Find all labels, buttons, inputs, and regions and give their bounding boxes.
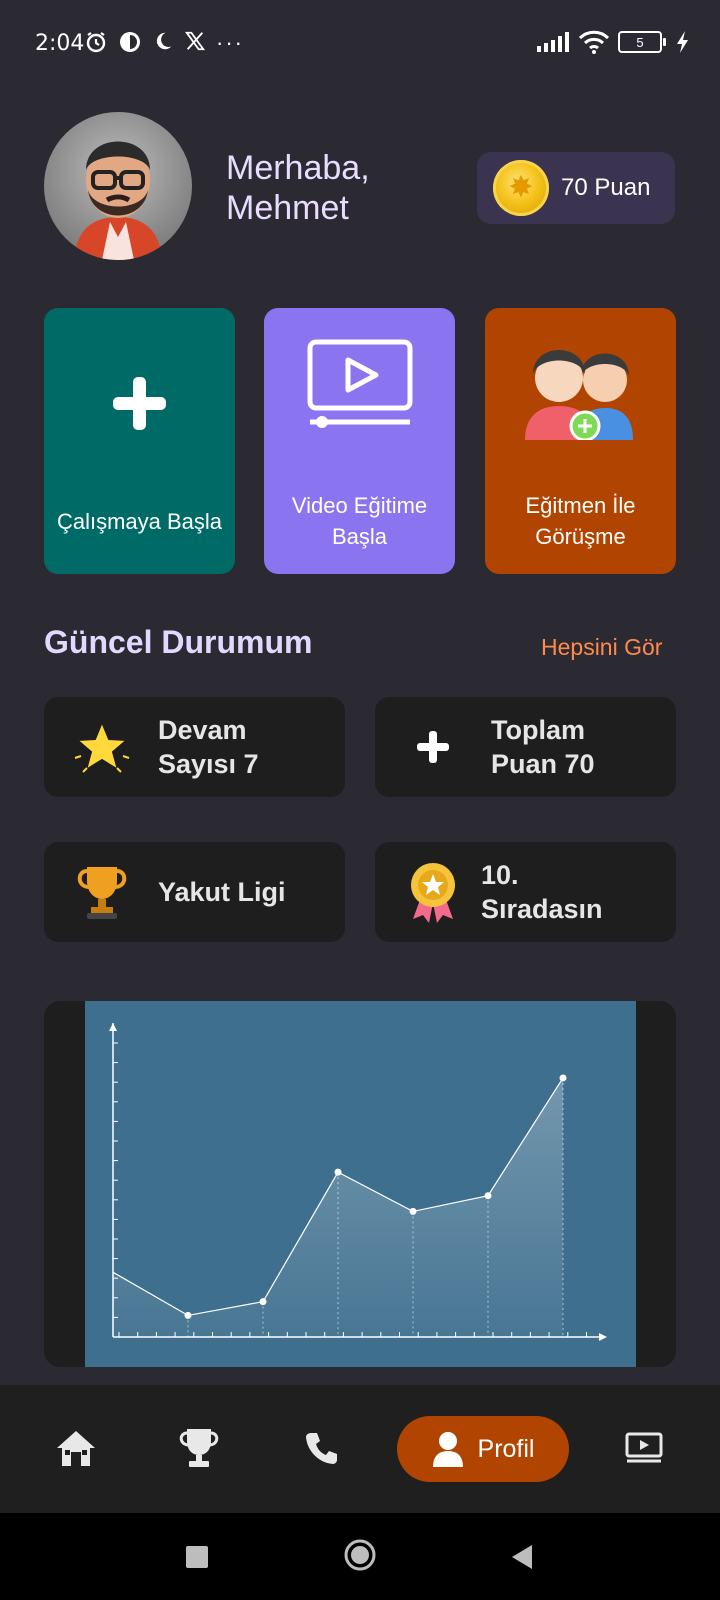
moon-icon: [156, 32, 172, 50]
avatar[interactable]: [44, 112, 192, 260]
home-button[interactable]: [344, 1539, 376, 1571]
plus-icon: [403, 717, 463, 777]
nav-profile[interactable]: Profil: [397, 1416, 569, 1482]
user-name: Mehmet: [226, 189, 349, 227]
status-bar: 2:04 ··· 5: [0, 0, 720, 90]
status-time: 2:04: [35, 31, 85, 56]
home-icon: [57, 1431, 95, 1466]
y-axis-arrow: [109, 1023, 117, 1031]
instructor-meeting-label-line1: Eğitmen İle: [525, 493, 636, 518]
charging-icon: [677, 31, 688, 53]
alarm-icon: [86, 32, 106, 53]
points-badge[interactable]: 70 Puan: [477, 152, 675, 224]
wifi-icon: [578, 30, 610, 54]
signal-icon: [537, 32, 569, 52]
video-training-card[interactable]: Video Eğitime Başla: [264, 308, 455, 574]
instructor-meeting-label: Eğitmen İle Görüşme: [485, 490, 676, 552]
total-points-line2: Puan 70: [491, 749, 595, 779]
chart-point: [484, 1192, 492, 1200]
rank-stat[interactable]: 10. Sıradasın: [375, 842, 676, 942]
league-stat[interactable]: Yakut Ligi: [44, 842, 345, 942]
video-icon: [625, 1432, 663, 1463]
streak-line2: Sayısı 7: [158, 749, 259, 779]
x-axis-arrow: [599, 1333, 607, 1341]
medal-icon: [403, 862, 463, 923]
see-all-link[interactable]: Hepsini Gör: [541, 634, 662, 661]
instructor-meeting-label-line2: Görüşme: [535, 524, 626, 549]
system-nav-bar: [0, 1513, 720, 1600]
bottom-nav: [0, 1385, 720, 1513]
more-notifications-icon: ···: [216, 30, 244, 55]
trophy-icon: [179, 1429, 219, 1467]
video-training-label: Video Eğitime Başla: [264, 490, 455, 552]
total-points-line1: Toplam: [491, 715, 585, 745]
recent-apps-button[interactable]: [186, 1546, 208, 1568]
chart-point: [409, 1207, 417, 1215]
greeting-text: Merhaba,: [226, 149, 370, 187]
total-points-text: Toplam Puan 70: [491, 713, 595, 781]
chart-point: [259, 1298, 267, 1306]
status-notification-icons: ···: [84, 30, 244, 56]
phone-icon: [306, 1433, 337, 1464]
nav-leaderboard[interactable]: [177, 1426, 221, 1470]
rank-line1: 10.: [481, 860, 519, 890]
video-training-label-line1: Video Eğitime: [291, 493, 428, 518]
back-button[interactable]: [510, 1544, 534, 1570]
nav-home[interactable]: [54, 1426, 98, 1470]
back-icon: [512, 1545, 532, 1569]
nav-call[interactable]: [300, 1426, 344, 1470]
avatar-illustration: [74, 141, 162, 260]
video-play-icon: [307, 339, 413, 428]
app-notification-icon: [120, 32, 140, 52]
video-training-label-line2: Başla: [331, 524, 388, 549]
points-label: 70 Puan: [561, 174, 651, 201]
streak-line1: Devam: [158, 715, 247, 745]
coin-icon: [493, 160, 549, 216]
section-title: Güncel Durumum: [44, 624, 313, 660]
progress-chart-svg: [109, 1023, 607, 1341]
star-icon: [72, 717, 132, 777]
trophy-icon: [72, 862, 132, 922]
chart-point: [334, 1168, 342, 1176]
streak-stat[interactable]: Devam Sayısı 7: [44, 697, 345, 797]
progress-chart: [85, 1001, 636, 1367]
total-points-stat[interactable]: Toplam Puan 70: [375, 697, 676, 797]
chart-point: [184, 1311, 192, 1319]
greeting: Merhaba, Mehmet: [226, 148, 370, 228]
user-icon: [432, 1432, 463, 1467]
start-study-card[interactable]: Çalışmaya Başla: [44, 308, 235, 574]
nav-profile-label: Profil: [477, 1434, 535, 1463]
plus-icon: [113, 377, 166, 430]
x-logo-icon: [184, 31, 206, 51]
nav-videos[interactable]: [622, 1426, 666, 1470]
rank-line2: Sıradasın: [481, 894, 603, 924]
battery-icon: 5: [618, 31, 666, 53]
status-system-icons: 5: [536, 30, 690, 54]
league-text: Yakut Ligi: [158, 877, 286, 907]
chart-marks: [112, 1074, 567, 1337]
rank-text: 10. Sıradasın: [481, 858, 603, 926]
users-add-icon: [525, 350, 633, 440]
instructor-meeting-card[interactable]: Eğitmen İle Görüşme: [485, 308, 676, 574]
start-study-label: Çalışmaya Başla: [56, 509, 223, 534]
chart-point: [559, 1074, 567, 1082]
circle-icon: [344, 1539, 376, 1571]
streak-text: Devam Sayısı 7: [158, 713, 259, 781]
